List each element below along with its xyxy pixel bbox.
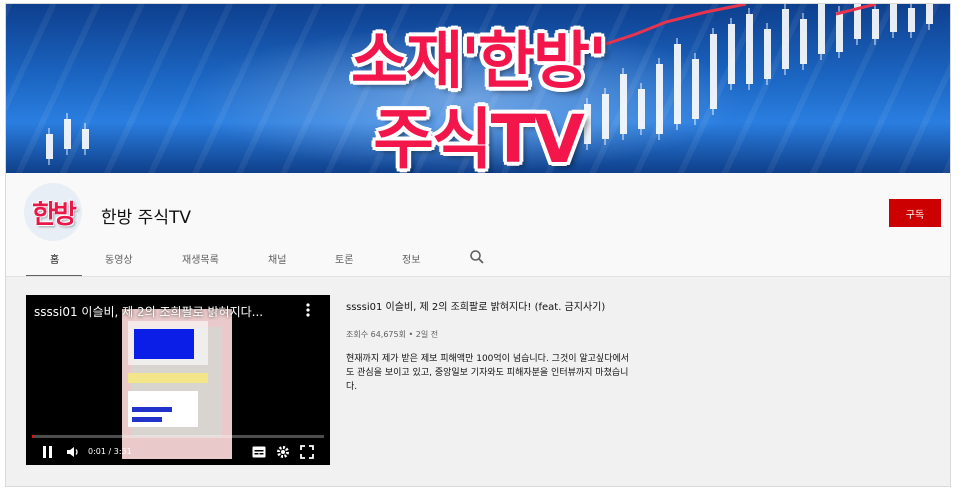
fullscreen-icon[interactable] bbox=[300, 445, 314, 459]
featured-section: ssssi01 이슬비, 제 2의 조희팔로 밝혀지다... 0:01 / 3:… bbox=[6, 277, 950, 486]
pause-icon[interactable] bbox=[42, 446, 54, 458]
channel-avatar[interactable]: 한방 bbox=[24, 183, 82, 241]
channel-name: 한방 주식TV bbox=[101, 208, 191, 228]
channel-header: 한방 한방 주식TV 구독 bbox=[6, 173, 950, 241]
progress-fill bbox=[32, 435, 34, 438]
banner-title-line2: 주식TV bbox=[373, 101, 585, 173]
featured-video-info: ssssi01 이슬비, 제 2의 조희팔로 밝혀지다! (feat. 금지사기… bbox=[346, 298, 646, 394]
tab-videos[interactable]: 동영상 bbox=[105, 251, 133, 266]
tab-channels[interactable]: 채널 bbox=[268, 251, 286, 266]
player-controls: 0:01 / 3:31 bbox=[26, 440, 330, 465]
featured-video-description: 현재까지 제가 받은 제보 피해액만 100억이 넘습니다. 그것이 알고싶다에… bbox=[346, 354, 630, 392]
time-display: 0:01 / 3:31 bbox=[88, 447, 132, 456]
featured-video-meta: 조회수 64,675회 • 2일 전 bbox=[346, 330, 439, 339]
tab-about[interactable]: 정보 bbox=[402, 251, 420, 266]
progress-bar[interactable] bbox=[32, 435, 324, 438]
search-icon[interactable] bbox=[469, 249, 485, 265]
subtitles-icon[interactable] bbox=[252, 446, 266, 458]
avatar-text: 한방 bbox=[32, 199, 77, 230]
tab-discussion[interactable]: 토론 bbox=[335, 251, 353, 266]
tab-playlists[interactable]: 재생목록 bbox=[182, 251, 219, 266]
featured-video-title[interactable]: ssssi01 이슬비, 제 2의 조희팔로 밝혀지다! (feat. 금지사기… bbox=[346, 298, 646, 313]
settings-gear-icon[interactable] bbox=[276, 445, 290, 459]
video-player[interactable]: ssssi01 이슬비, 제 2의 조희팔로 밝혀지다... 0:01 / 3:… bbox=[26, 295, 330, 465]
subscribe-button[interactable]: 구독 bbox=[889, 199, 941, 227]
player-title[interactable]: ssssi01 이슬비, 제 2의 조희팔로 밝혀지다... bbox=[34, 303, 304, 320]
more-vert-icon[interactable] bbox=[306, 303, 310, 317]
channel-banner: 소재'한방' 주식TV bbox=[6, 4, 950, 173]
channel-page: 소재'한방' 주식TV 한방 한방 주식TV 구독 홈 동영상 재생목록 채널 … bbox=[5, 3, 951, 487]
volume-icon[interactable] bbox=[66, 445, 80, 459]
channel-tabs: 홈 동영상 재생목록 채널 토론 정보 bbox=[26, 245, 950, 277]
tab-home[interactable]: 홈 bbox=[50, 251, 59, 266]
